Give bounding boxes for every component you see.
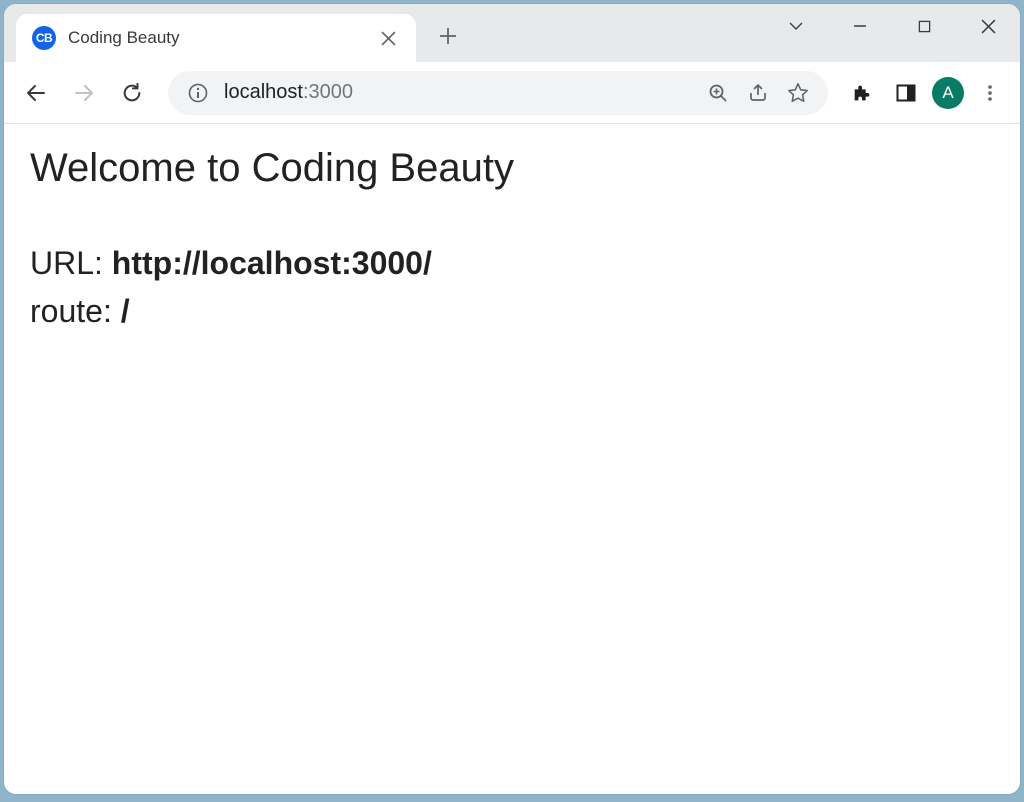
maximize-icon [918,20,931,33]
close-icon [981,19,996,34]
window-dropdown-button[interactable] [764,4,828,48]
minimize-icon [853,19,867,33]
extensions-button[interactable] [844,75,880,111]
url-label: URL: [30,245,112,281]
tab-title: Coding Beauty [68,28,364,48]
arrow-right-icon [72,81,96,105]
new-tab-button[interactable] [426,14,470,58]
browser-tab[interactable]: CB Coding Beauty [16,14,416,62]
url-value: http://localhost:3000/ [112,245,432,281]
back-button[interactable] [16,73,56,113]
bookmark-button[interactable] [784,82,812,104]
forward-button[interactable] [64,73,104,113]
menu-button[interactable] [972,75,1008,111]
browser-toolbar: localhost:3000 A [4,62,1020,124]
close-tab-button[interactable] [376,26,400,50]
minimize-button[interactable] [828,4,892,48]
reload-button[interactable] [112,73,152,113]
puzzle-icon [851,82,873,104]
share-icon [748,83,768,103]
favicon-icon: CB [32,26,56,50]
address-port: :3000 [303,81,353,103]
zoom-button[interactable] [704,83,732,103]
route-value: / [121,293,130,329]
star-icon [787,82,809,104]
route-label: route: [30,293,121,329]
panel-icon [896,83,916,103]
plus-icon [439,27,457,45]
window-close-button[interactable] [956,4,1020,48]
three-dots-icon [980,83,1000,103]
url-line: URL: http://localhost:3000/ [30,239,994,287]
zoom-icon [708,83,728,103]
browser-window: CB Coding Beauty [4,4,1020,794]
address-host: localhost [224,81,303,103]
maximize-button[interactable] [892,4,956,48]
page-content: Welcome to Coding Beauty URL: http://loc… [4,124,1020,794]
close-icon [381,31,396,46]
address-text: localhost:3000 [224,81,692,104]
titlebar: CB Coding Beauty [4,4,1020,62]
info-icon[interactable] [184,83,212,103]
window-controls [764,4,1020,48]
sidepanel-button[interactable] [888,75,924,111]
page-heading: Welcome to Coding Beauty [30,146,994,191]
share-button[interactable] [744,83,772,103]
reload-icon [121,82,143,104]
chevron-down-icon [787,17,805,35]
route-line: route: / [30,287,994,335]
profile-avatar[interactable]: A [932,77,964,109]
address-bar[interactable]: localhost:3000 [168,71,828,115]
arrow-left-icon [24,81,48,105]
